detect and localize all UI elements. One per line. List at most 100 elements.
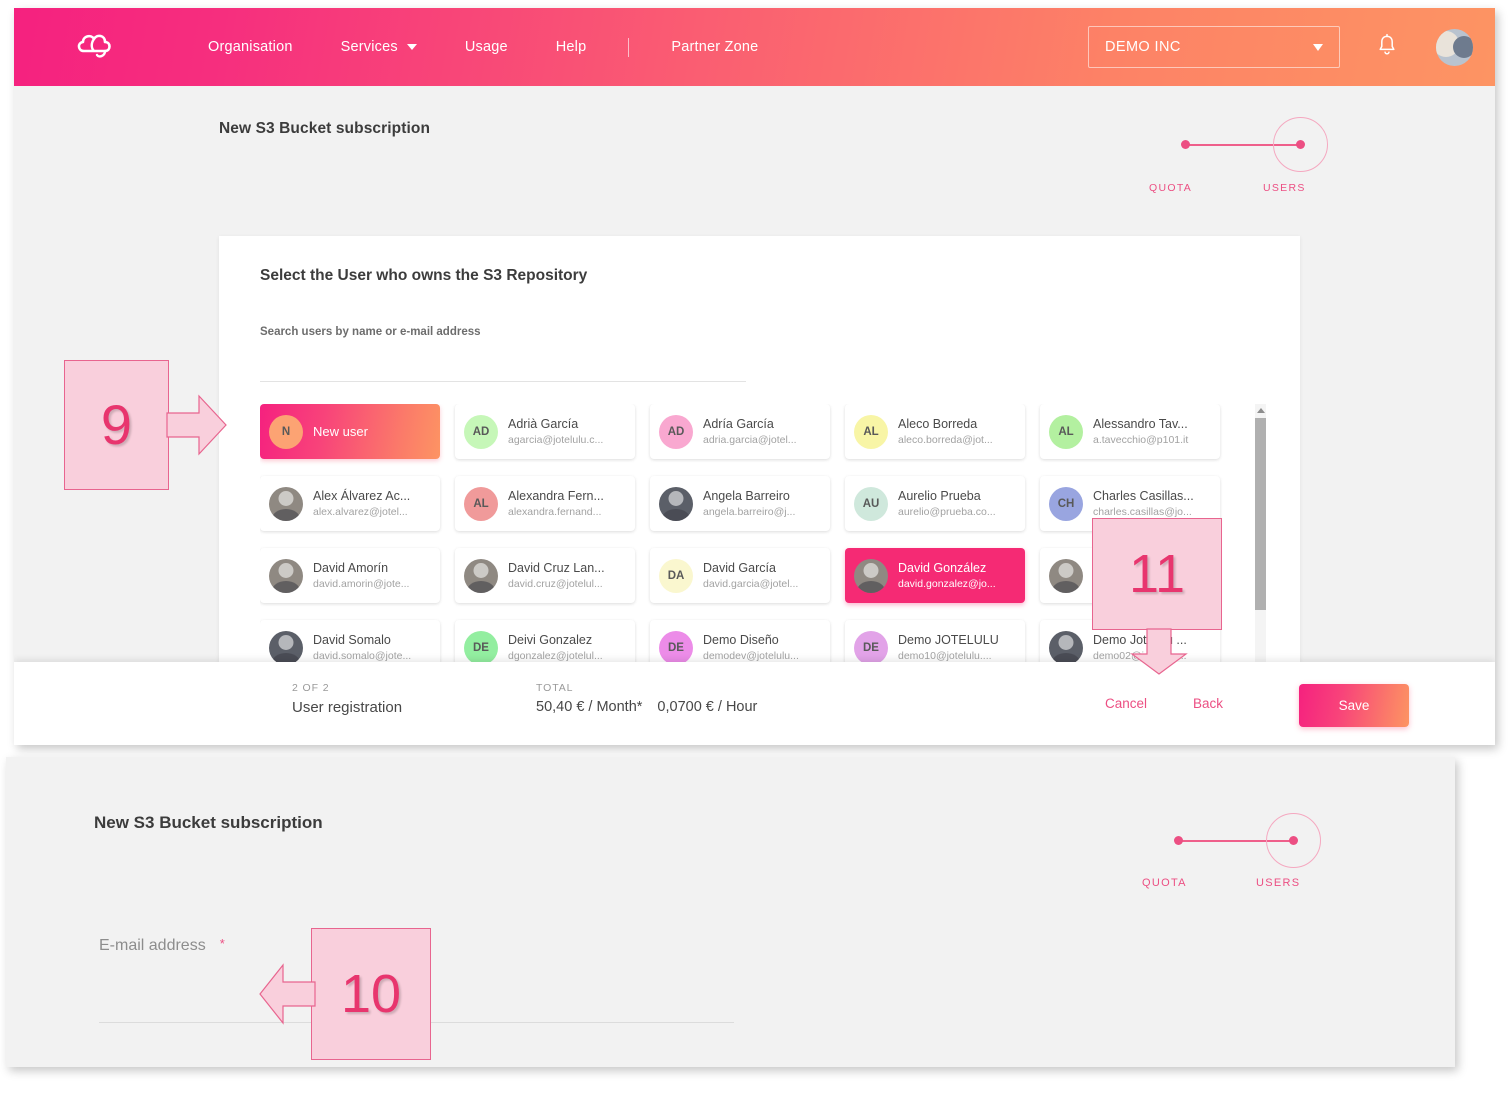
user-email: demodev@jotelulu... [703,649,821,663]
user-grid-scrollbar[interactable] [1255,404,1266,676]
user-card[interactable]: David Amoríndavid.amorin@jote... [260,548,440,603]
user-card[interactable]: ALAleco Borredaaleco.borreda@jot... [845,404,1025,459]
main-navigation: Organisation Services Usage Help Partner… [184,38,782,57]
brand-logo[interactable] [14,31,184,63]
annotation-callout-9: 9 [64,360,169,490]
annotation-arrow-left-10 [258,962,316,1026]
annotation-number: 9 [101,397,132,453]
scroll-up-arrow-icon[interactable] [1255,404,1266,417]
profile-avatar[interactable] [1436,29,1473,66]
user-name: David Cruz Lan... [508,560,626,577]
page-title: New S3 Bucket subscription [219,120,430,138]
user-email: david.amorin@jote... [313,577,431,591]
user-email: aleco.borreda@jot... [898,433,1016,447]
user-name: Alexandra Fern... [508,488,626,505]
user-name: New user [313,423,431,441]
user-card-text: David Garcíadavid.garcia@jotel... [703,560,821,591]
nav-item-partner-zone[interactable]: Partner Zone [647,39,782,55]
user-card[interactable]: AD Adría Garcíaadria.garcia@jotel... [650,404,830,459]
user-card[interactable]: David Gonzálezdavid.gonzalez@jo... [845,548,1025,603]
jotelulu-cloud-logo-icon [74,31,134,63]
scrollbar-thumb[interactable] [1255,418,1266,610]
organisation-selector[interactable]: DEMO INC [1088,26,1340,68]
organisation-selector-value: DEMO INC [1105,39,1181,55]
stepper-dot-quota[interactable] [1174,836,1183,845]
search-input[interactable] [260,348,746,382]
user-avatar-initials: AD [464,415,498,449]
user-card-text: Demo JOTELULUdemo10@jotelulu.... [898,632,1016,663]
user-email: agarcia@jotelulu.c... [508,433,626,447]
user-card[interactable]: AL Alexandra Fern...alexandra.fernand... [455,476,635,531]
user-email: alex.alvarez@jotel... [313,505,431,519]
user-card-text: Alexandra Fern...alexandra.fernand... [508,488,626,519]
user-avatar-initials: AU [854,487,888,521]
user-card-text: Deivi Gonzalezdgonzalez@jotelul... [508,632,626,663]
annotation-callout-10: 10 [311,928,431,1060]
user-card[interactable]: Angela Barreiroangela.barreiro@j... [650,476,830,531]
user-card[interactable]: ALAlessandro Tav...a.tavecchio@p101.it [1040,404,1220,459]
user-card-text: Aurelio Pruebaaurelio@prueba.co... [898,488,1016,519]
user-name: Deivi Gonzalez [508,632,626,649]
chevron-down-icon [1313,44,1323,51]
user-card[interactable]: Alex Álvarez Ac...alex.alvarez@jotel... [260,476,440,531]
step-counter: 2 OF 2 [292,682,402,694]
user-card-text: Demo Diseñodemodev@jotelulu... [703,632,821,663]
user-email: david.garcia@jotel... [703,577,821,591]
total-summary: TOTAL 50,40 € / Month* 0,0700 € / Hour [536,682,757,715]
user-avatar-initials: N [269,415,303,449]
user-name: David González [898,560,1016,577]
nav-item-help[interactable]: Help [532,39,611,55]
user-card[interactable]: DA David Garcíadavid.garcia@jotel... [650,548,830,603]
card-title: Select the User who owns the S3 Reposito… [260,267,587,285]
step-summary: 2 OF 2 User registration [292,682,402,716]
user-card[interactable]: AU Aurelio Pruebaaurelio@prueba.co... [845,476,1025,531]
user-card[interactable]: AD Adrià Garcíaagarcia@jotelulu.c... [455,404,635,459]
nav-item-services[interactable]: Services [317,39,441,55]
chevron-down-icon [407,44,417,50]
user-name: David Somalo [313,632,431,649]
bell-icon [1376,33,1398,57]
user-card-text: Adrià Garcíaagarcia@jotelulu.c... [508,416,626,447]
user-name: Angela Barreiro [703,488,821,505]
stepper-dot-users[interactable] [1296,140,1305,149]
user-avatar-initials: DE [659,631,693,665]
back-button[interactable]: Back [1193,696,1223,711]
user-card[interactable]: N New user [260,404,440,459]
user-avatar-photo [1049,631,1083,665]
user-name: Adrià García [508,416,626,433]
user-card[interactable]: David Cruz Lan...david.cruz@jotelul... [455,548,635,603]
stepper-dot-quota[interactable] [1181,140,1190,149]
user-avatar-initials: DA [659,559,693,593]
nav-item-organisation[interactable]: Organisation [184,39,317,55]
user-email: a.tavecchio@p101.it [1093,433,1211,447]
user-card-text: Adría Garcíaadria.garcia@jotel... [703,416,821,447]
user-avatar-photo [269,487,303,521]
user-name: Charles Casillas... [1093,488,1211,505]
user-avatar-photo [464,559,498,593]
user-card-text: David Gonzálezdavid.gonzalez@jo... [898,560,1016,591]
annotation-number: 11 [1129,547,1185,601]
cancel-button[interactable]: Cancel [1105,696,1147,711]
user-card-text: Aleco Borredaaleco.borreda@jot... [898,416,1016,447]
save-button[interactable]: Save [1299,684,1409,727]
user-name: Adría García [703,416,821,433]
user-card-text: Alex Álvarez Ac...alex.alvarez@jotel... [313,488,431,519]
app-header-bar: Organisation Services Usage Help Partner… [14,8,1495,86]
stepper-dot-users[interactable] [1289,836,1298,845]
user-card-text: New user [313,423,431,441]
user-card-text: David Amoríndavid.amorin@jote... [313,560,431,591]
wizard-action-bar: 2 OF 2 User registration TOTAL 50,40 € /… [14,662,1495,745]
user-email: aurelio@prueba.co... [898,505,1016,519]
nav-divider [628,38,629,57]
top-screenshot-panel: Organisation Services Usage Help Partner… [14,8,1495,745]
user-avatar-photo [269,559,303,593]
user-avatar-initials: AL [464,487,498,521]
stepper-label-users: USERS [1256,877,1300,889]
nav-item-usage[interactable]: Usage [441,39,532,55]
annotation-arrow-right-9 [166,393,228,457]
user-name: David García [703,560,821,577]
user-avatar-initials: AD [659,415,693,449]
notifications-button[interactable] [1376,33,1398,62]
page-title: New S3 Bucket subscription [94,813,323,833]
step-name: User registration [292,699,402,716]
